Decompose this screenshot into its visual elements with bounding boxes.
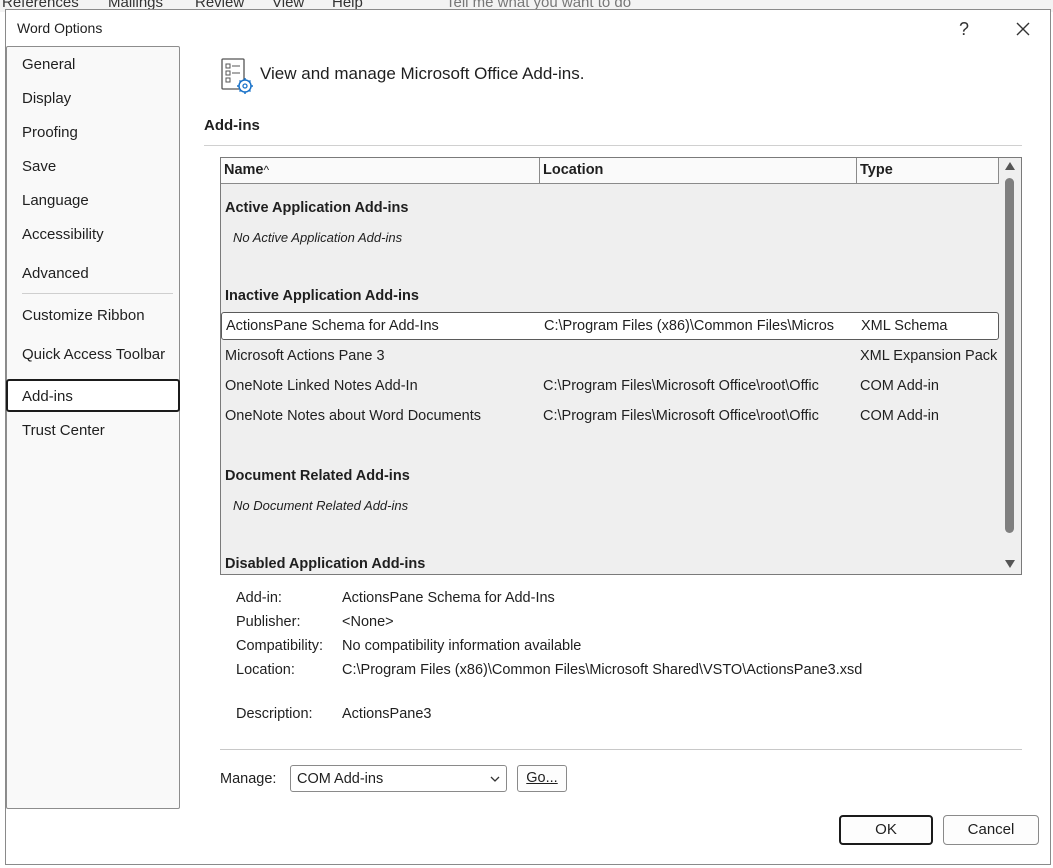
row-location: C:\Program Files (x86)\Common Files\Micr… [544, 318, 835, 334]
help-button[interactable]: ? [950, 15, 978, 43]
row-location: C:\Program Files\Microsoft Office\root\O… [543, 378, 819, 394]
scroll-down-icon[interactable] [1005, 560, 1015, 568]
column-header-location[interactable]: Location [540, 158, 857, 183]
row-type: XML Expansion Pack [860, 348, 998, 364]
table-row[interactable]: ActionsPane Schema for Add-Ins C:\Progra… [221, 312, 999, 340]
manage-selected-value: COM Add-ins [297, 771, 384, 787]
detail-location-value: C:\Program Files (x86)\Common Files\Micr… [342, 662, 863, 678]
nav-item-trust-center[interactable]: Trust Center [7, 418, 179, 444]
nav-divider [22, 293, 173, 294]
nav-item-advanced[interactable]: Advanced [7, 261, 179, 287]
list-scrollbar[interactable] [999, 158, 1021, 574]
detail-compatibility-value: No compatibility information available [342, 638, 582, 654]
column-header-name[interactable]: Name^ [221, 158, 540, 183]
cancel-button[interactable]: Cancel [943, 815, 1039, 845]
nav-item-language[interactable]: Language [7, 188, 179, 214]
group-active: Active Application Add-ins [225, 200, 409, 216]
manage-label: Manage: [220, 771, 277, 787]
row-name: ActionsPane Schema for Add-Ins [226, 318, 439, 334]
row-location: C:\Program Files\Microsoft Office\root\O… [543, 408, 819, 424]
group-document-empty: No Document Related Add-ins [233, 498, 409, 513]
scrollbar-thumb[interactable] [1005, 178, 1014, 533]
nav-item-accessibility[interactable]: Accessibility [7, 222, 179, 248]
detail-description-value: ActionsPane3 [342, 706, 432, 722]
nav-item-customize-ribbon[interactable]: Customize Ribbon [7, 303, 179, 329]
detail-addin-label: Add-in: [236, 590, 282, 606]
chevron-down-icon [490, 776, 500, 782]
close-icon [1016, 22, 1030, 36]
manage-dropdown[interactable]: COM Add-ins [290, 765, 507, 792]
addins-list[interactable]: Name^ Location Type Active Application A… [220, 157, 1022, 575]
section-divider [204, 145, 1022, 146]
close-button[interactable] [1009, 15, 1037, 43]
ok-button[interactable]: OK [839, 815, 933, 845]
dialog-title: Word Options [17, 20, 103, 36]
dialog-titlebar[interactable]: Word Options ? [6, 10, 1050, 46]
nav-item-add-ins[interactable]: Add-ins [6, 379, 180, 412]
row-type: COM Add-in [860, 408, 939, 424]
row-name: OneNote Linked Notes Add-In [225, 378, 418, 394]
nav-item-display[interactable]: Display [7, 86, 179, 112]
nav-item-proofing[interactable]: Proofing [7, 120, 179, 146]
group-active-empty: No Active Application Add-ins [233, 230, 403, 245]
column-header-type[interactable]: Type [857, 158, 999, 183]
table-row[interactable]: OneNote Notes about Word Documents C:\Pr… [221, 402, 999, 430]
nav-item-general[interactable]: General [7, 52, 179, 78]
table-row[interactable]: Microsoft Actions Pane 3 XML Expansion P… [221, 342, 999, 370]
row-type: XML Schema [861, 318, 948, 334]
row-name: OneNote Notes about Word Documents [225, 408, 482, 424]
table-row[interactable]: OneNote Linked Notes Add-In C:\Program F… [221, 372, 999, 400]
nav-item-save[interactable]: Save [7, 154, 179, 180]
section-title: Add-ins [204, 117, 260, 134]
column-name-label: Name [224, 162, 264, 178]
go-button[interactable]: Go... [517, 765, 567, 792]
group-document: Document Related Add-ins [225, 468, 410, 484]
detail-description-label: Description: [236, 706, 313, 722]
group-inactive: Inactive Application Add-ins [225, 288, 419, 304]
addins-settings-icon [218, 56, 258, 96]
row-type: COM Add-in [860, 378, 939, 394]
group-disabled: Disabled Application Add-ins [225, 556, 426, 572]
detail-publisher-value: <None> [342, 614, 394, 630]
sort-ascending-icon: ^ [263, 163, 270, 177]
list-header: Name^ Location Type [221, 158, 999, 184]
detail-publisher-label: Publisher: [236, 614, 301, 630]
detail-location-label: Location: [236, 662, 295, 678]
bottom-divider [220, 749, 1022, 750]
scroll-up-icon[interactable] [1005, 162, 1015, 170]
page-heading: View and manage Microsoft Office Add-ins… [260, 64, 585, 83]
row-name: Microsoft Actions Pane 3 [225, 348, 385, 364]
nav-item-quick-access-toolbar[interactable]: Quick Access Toolbar [7, 342, 179, 368]
options-navigation: General Display Proofing Save Language A… [6, 46, 180, 809]
detail-compatibility-label: Compatibility: [236, 638, 324, 654]
detail-addin-value: ActionsPane Schema for Add-Ins [342, 590, 555, 606]
